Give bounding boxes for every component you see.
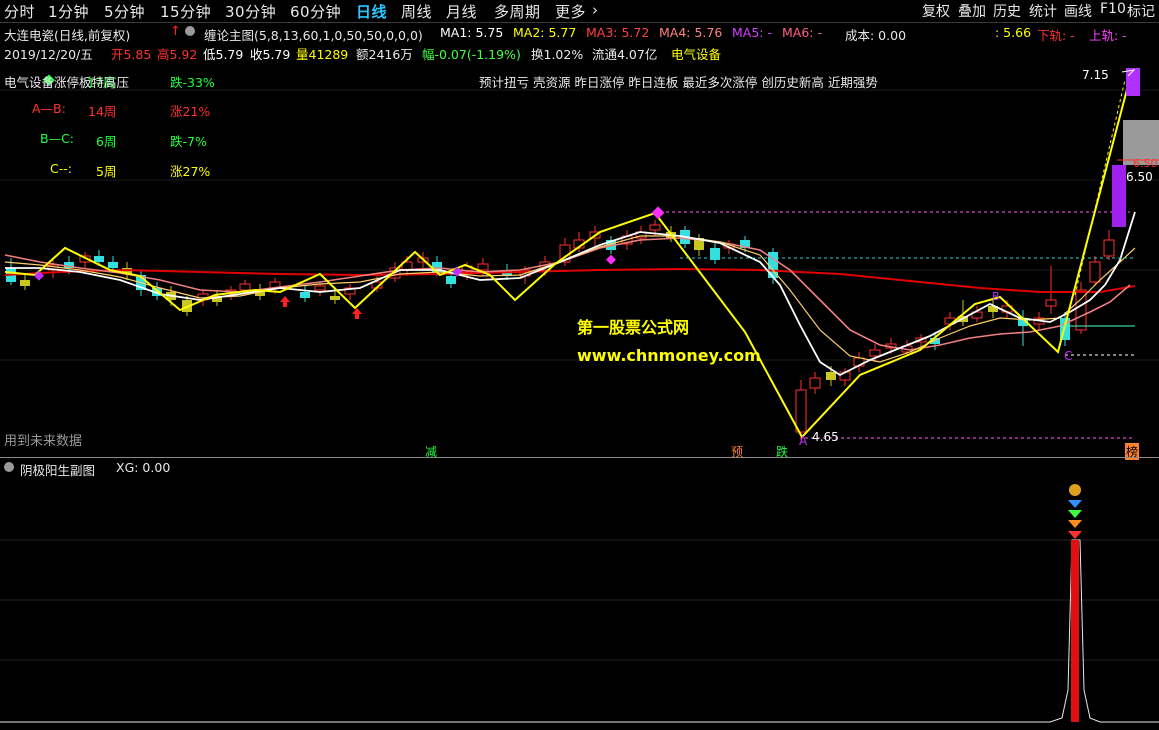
diamond-icon-red	[1068, 531, 1082, 539]
diamond-icon-orange	[1068, 520, 1082, 528]
point-b-label: B	[992, 290, 1000, 303]
diamond-icon-blue	[1068, 500, 1082, 508]
magenta-diamond-marker	[651, 206, 665, 220]
watermark-name: 第一股票公式网	[577, 318, 690, 337]
subchart-xg: XG: 0.00	[116, 460, 171, 475]
subchart-dropdown-icon[interactable]	[4, 462, 14, 472]
candle-body	[795, 389, 807, 433]
stats-ab-period: 14周	[88, 104, 117, 119]
candle-body	[108, 262, 118, 268]
candle-body	[300, 292, 310, 298]
last-candle-purple	[1112, 165, 1126, 227]
point-c-label: C	[1064, 349, 1073, 363]
point-a-label: A	[799, 434, 808, 448]
stats-bc-label: B—C:	[40, 131, 75, 146]
candle-body	[809, 377, 821, 389]
price-label-715: 7.15	[1082, 68, 1109, 82]
candle-body	[477, 263, 489, 271]
last-candle-purple-top	[1126, 68, 1140, 96]
candle-body	[1089, 261, 1101, 283]
candle-body	[20, 280, 30, 286]
candle-body	[446, 276, 456, 284]
stats-ab-label: A—B:	[32, 101, 66, 116]
stats-sector-label: 电气设备	[4, 75, 55, 90]
price-label-650: 6.50	[1126, 170, 1153, 184]
candle-body	[869, 349, 881, 357]
signal-bar: 预计扭亏 壳资源 昨日涨停 昨日连板 最近多次涨停 创历史新高 近期强势	[479, 75, 878, 90]
signal-bar-red	[1071, 540, 1079, 722]
candle-body	[94, 256, 104, 262]
watermark-url: www.chnmoney.com	[577, 346, 761, 365]
money-bag-icon	[1069, 484, 1081, 496]
pane-separator[interactable]	[0, 457, 1159, 458]
stats-c-period: 5周	[96, 164, 117, 179]
price-label-465: 4.65	[812, 430, 839, 444]
buy-arrow-icon	[352, 308, 362, 319]
stats-c-result: 涨27%	[170, 164, 211, 179]
stats-overlay-text: 涨停板特高压	[54, 75, 130, 90]
stats-ab-result: 涨21%	[170, 104, 211, 119]
candle-body	[1103, 239, 1115, 257]
ma60-red-line	[4, 267, 1136, 293]
candle-body	[239, 283, 251, 291]
stats-bc-result: 跌-7%	[170, 134, 207, 149]
buy-arrow-icon	[280, 296, 290, 307]
stats-sector-result: 跌-33%	[170, 75, 215, 90]
stats-bc-period: 6周	[96, 134, 117, 149]
candle-body	[1045, 299, 1057, 307]
subchart-baseline	[0, 539, 1159, 723]
candle-body	[314, 285, 326, 291]
future-data-note: 用到未来数据	[4, 434, 83, 449]
candle-body	[649, 224, 661, 231]
candle-body	[330, 296, 340, 300]
stats-c-label: C--:	[50, 161, 72, 176]
diamond-icon-green	[1068, 510, 1082, 518]
candle-body	[826, 372, 836, 380]
kline-chart[interactable]	[0, 0, 1159, 460]
subchart-title: 阴极阳生副图	[20, 463, 96, 478]
price-label-650-red: 6.50	[1133, 157, 1158, 170]
